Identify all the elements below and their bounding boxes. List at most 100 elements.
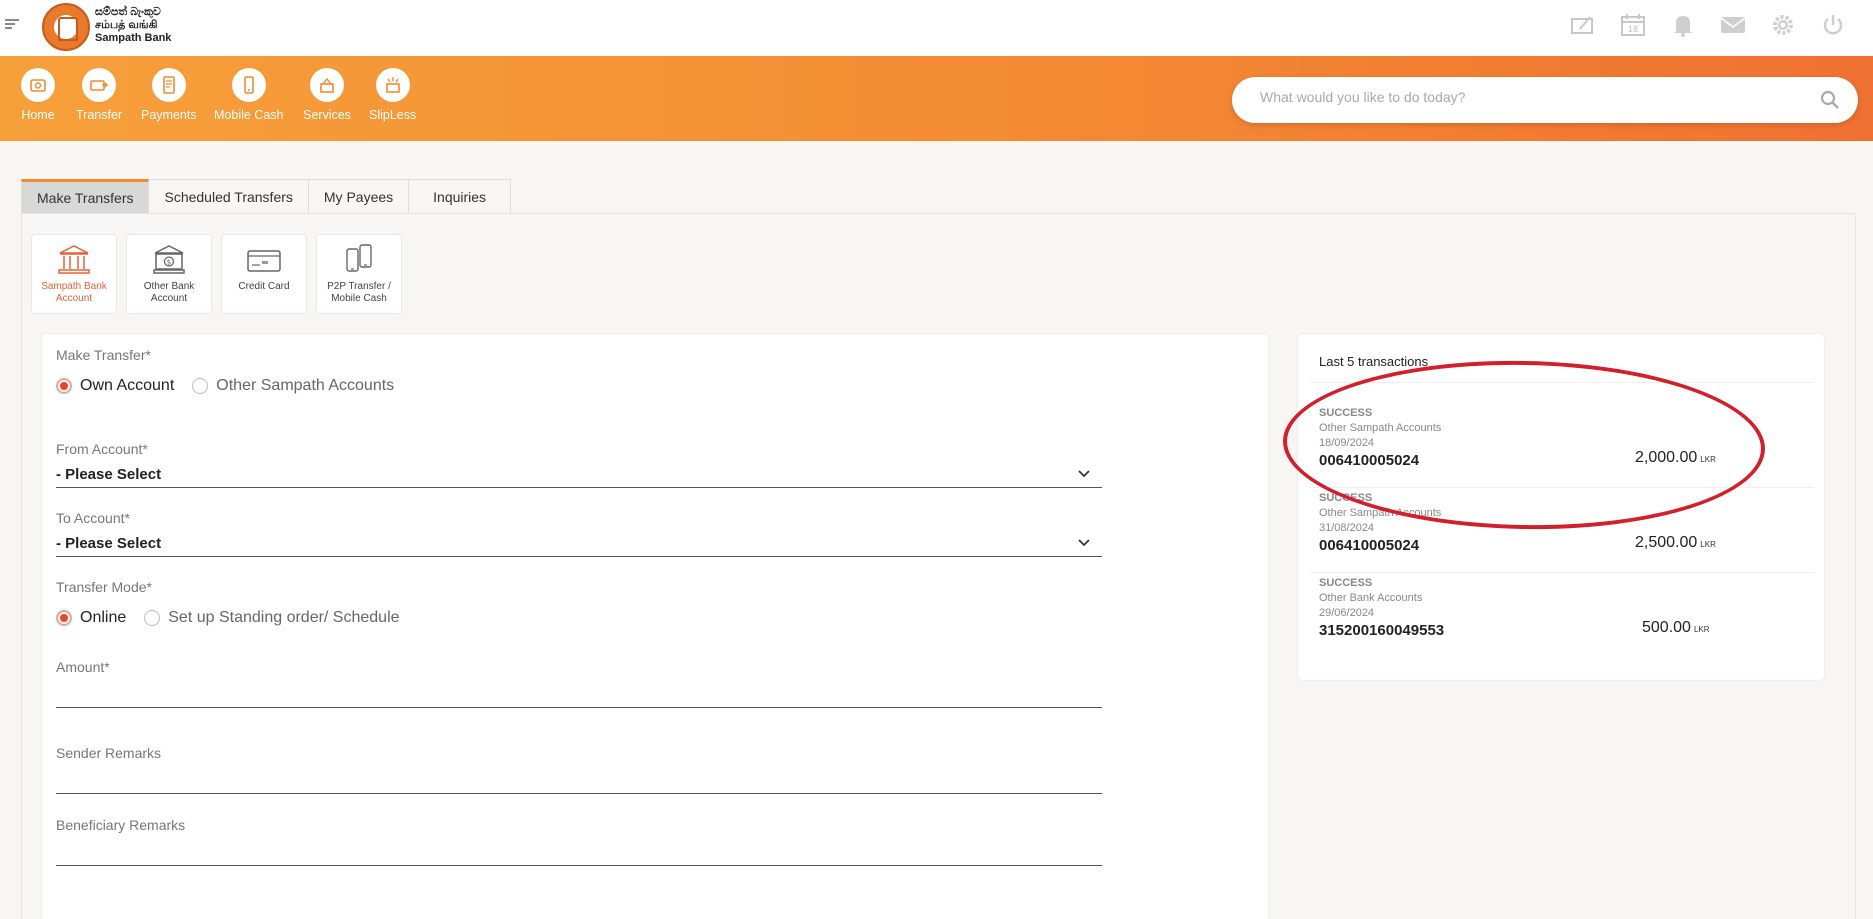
beneficiary-remarks-input[interactable]: [56, 838, 1102, 866]
transaction-item[interactable]: SUCCESS Other Bank Accounts 29/06/2024 3…: [1319, 577, 1809, 657]
transfer-mode-label: Transfer Mode*: [56, 579, 152, 595]
txn-status: SUCCESS: [1319, 407, 1373, 419]
bell-icon[interactable]: [1669, 12, 1697, 38]
services-icon: [320, 77, 334, 93]
txn-type: Other Sampath Accounts: [1319, 422, 1442, 434]
amount-label: Amount*: [56, 659, 110, 675]
to-account-value: - Please Select: [56, 535, 162, 552]
to-account-select[interactable]: - Please Select: [56, 531, 1102, 557]
transfer-target-options: Own Account Other Sampath Accounts: [56, 377, 412, 395]
card-label-line2: Account: [150, 293, 188, 304]
card-p2p-transfer[interactable]: P2P Transfer / Mobile Cash: [316, 234, 402, 314]
nav-label: SlipLess: [369, 108, 417, 122]
txn-amount-value: 500.00: [1642, 619, 1691, 636]
payments-icon: [162, 76, 175, 94]
card-label-line1: Other Bank: [143, 281, 195, 292]
card-label-line1: P2P Transfer /: [327, 281, 391, 292]
brand-english: Sampath Bank: [95, 32, 172, 44]
card-label-line2: Mobile Cash: [331, 293, 387, 304]
txn-date: 29/06/2024: [1319, 607, 1375, 619]
transfer-icon: [90, 80, 109, 91]
online-radio[interactable]: [56, 610, 72, 626]
card-credit-card[interactable]: Credit Card: [221, 234, 307, 314]
brand-tamil: சம்பத் வங்கி: [95, 19, 158, 31]
power-icon[interactable]: [1819, 12, 1847, 38]
divider: [1310, 382, 1814, 383]
nav-label: Payments: [141, 108, 197, 122]
txn-type: Other Bank Accounts: [1319, 592, 1423, 604]
divider: [1310, 572, 1814, 573]
bank-building-icon: [58, 245, 90, 274]
card-label-line1: Credit Card: [238, 281, 290, 292]
txn-currency: LKR: [1700, 540, 1716, 549]
mail-icon[interactable]: [1719, 12, 1747, 38]
from-account-value: - Please Select: [56, 466, 162, 483]
from-account-select[interactable]: - Please Select: [56, 462, 1102, 488]
tab-inquiries[interactable]: Inquiries: [409, 179, 512, 214]
card-sampath-bank-account[interactable]: Sampath Bank Account: [31, 234, 117, 314]
credit-card-icon: [247, 250, 281, 272]
last-transactions-panel: Last 5 transactions SUCCESS Other Sampat…: [1297, 333, 1825, 681]
transaction-item[interactable]: SUCCESS Other Sampath Accounts 31/08/202…: [1319, 492, 1809, 572]
nav-services[interactable]: Services: [303, 68, 351, 122]
txn-amount: 2,500.00 LKR: [1635, 534, 1716, 552]
gear-icon[interactable]: [1769, 12, 1797, 38]
other-sampath-label: Other Sampath Accounts: [216, 377, 395, 394]
to-account-label: To Account*: [56, 510, 130, 526]
amount-input[interactable]: [56, 680, 1102, 708]
tab-my-payees[interactable]: My Payees: [308, 179, 410, 214]
bank-dollar-icon: $: [153, 245, 185, 274]
beneficiary-remarks-label: Beneficiary Remarks: [56, 817, 186, 833]
transfer-tabs: Make Transfers Scheduled Transfers My Pa…: [21, 179, 512, 214]
tab-make-transfers[interactable]: Make Transfers: [21, 179, 150, 214]
txn-account: 006410005024: [1319, 452, 1420, 469]
sender-remarks-label: Sender Remarks: [56, 745, 162, 761]
mobile-cash-icon: [243, 76, 254, 94]
own-account-label: Own Account: [80, 377, 175, 394]
calendar-icon[interactable]: 18: [1619, 12, 1647, 38]
home-icon: [30, 79, 46, 92]
tab-scheduled-transfers[interactable]: Scheduled Transfers: [149, 179, 309, 214]
main-nav: Home Transfer Payments Mobile Cash Servi…: [0, 56, 1873, 141]
transfer-form: Make Transfer* Own Account Other Sampath…: [41, 333, 1269, 919]
sampath-bank-logo[interactable]: [42, 3, 90, 51]
standing-order-radio[interactable]: [144, 610, 161, 626]
search-input[interactable]: [1260, 89, 1800, 105]
card-other-bank-account[interactable]: $ Other Bank Account: [126, 234, 212, 314]
brand-sinhala: සම්පත් බැංකුව: [95, 6, 161, 18]
sender-remarks-input[interactable]: [56, 766, 1102, 794]
txn-currency: LKR: [1693, 625, 1710, 634]
divider: [1310, 487, 1814, 488]
nav-payments[interactable]: Payments: [141, 68, 197, 122]
txn-account: 006410005024: [1319, 537, 1420, 554]
standing-order-label: Set up Standing order/ Schedule: [168, 609, 400, 626]
card-label-line1: Sampath Bank: [41, 281, 107, 292]
txn-date: 18/09/2024: [1319, 437, 1375, 449]
nav-slipless[interactable]: SlipLess: [369, 68, 416, 122]
transactions-title: Last 5 transactions: [1319, 354, 1429, 369]
txn-currency: LKR: [1700, 455, 1716, 464]
brand-name: සම්පත් බැංකුව சம்பத் வங்கி Sampath Bank: [95, 6, 171, 45]
nav-home[interactable]: Home: [21, 68, 55, 122]
search-bar: [1232, 77, 1858, 123]
transfer-type-cards: Sampath Bank Account $ Other Bank Account …: [31, 234, 402, 314]
other-sampath-radio[interactable]: [192, 378, 209, 394]
nav-mobile-cash[interactable]: Mobile Cash: [214, 68, 283, 122]
nav-label: Services: [303, 108, 351, 122]
transaction-item[interactable]: SUCCESS Other Sampath Accounts 18/09/202…: [1319, 407, 1809, 487]
hamburger-menu-icon[interactable]: [5, 19, 19, 29]
from-account-label: From Account*: [56, 441, 148, 457]
nav-transfer[interactable]: Transfer: [76, 68, 122, 122]
txn-date: 31/08/2024: [1319, 522, 1375, 534]
own-account-radio[interactable]: [56, 378, 72, 394]
p2p-phones-icon: [346, 244, 372, 272]
transfer-mode-options: Online Set up Standing order/ Schedule: [56, 609, 418, 627]
chevron-down-icon: [1078, 539, 1090, 547]
nav-label: Transfer: [76, 108, 123, 122]
slipless-icon: [385, 77, 400, 93]
chevron-down-icon: [1078, 470, 1090, 478]
edit-card-icon[interactable]: [1569, 12, 1597, 38]
search-icon[interactable]: [1820, 90, 1840, 110]
svg-text:$: $: [167, 259, 171, 267]
calendar-day: 18: [1628, 25, 1638, 34]
